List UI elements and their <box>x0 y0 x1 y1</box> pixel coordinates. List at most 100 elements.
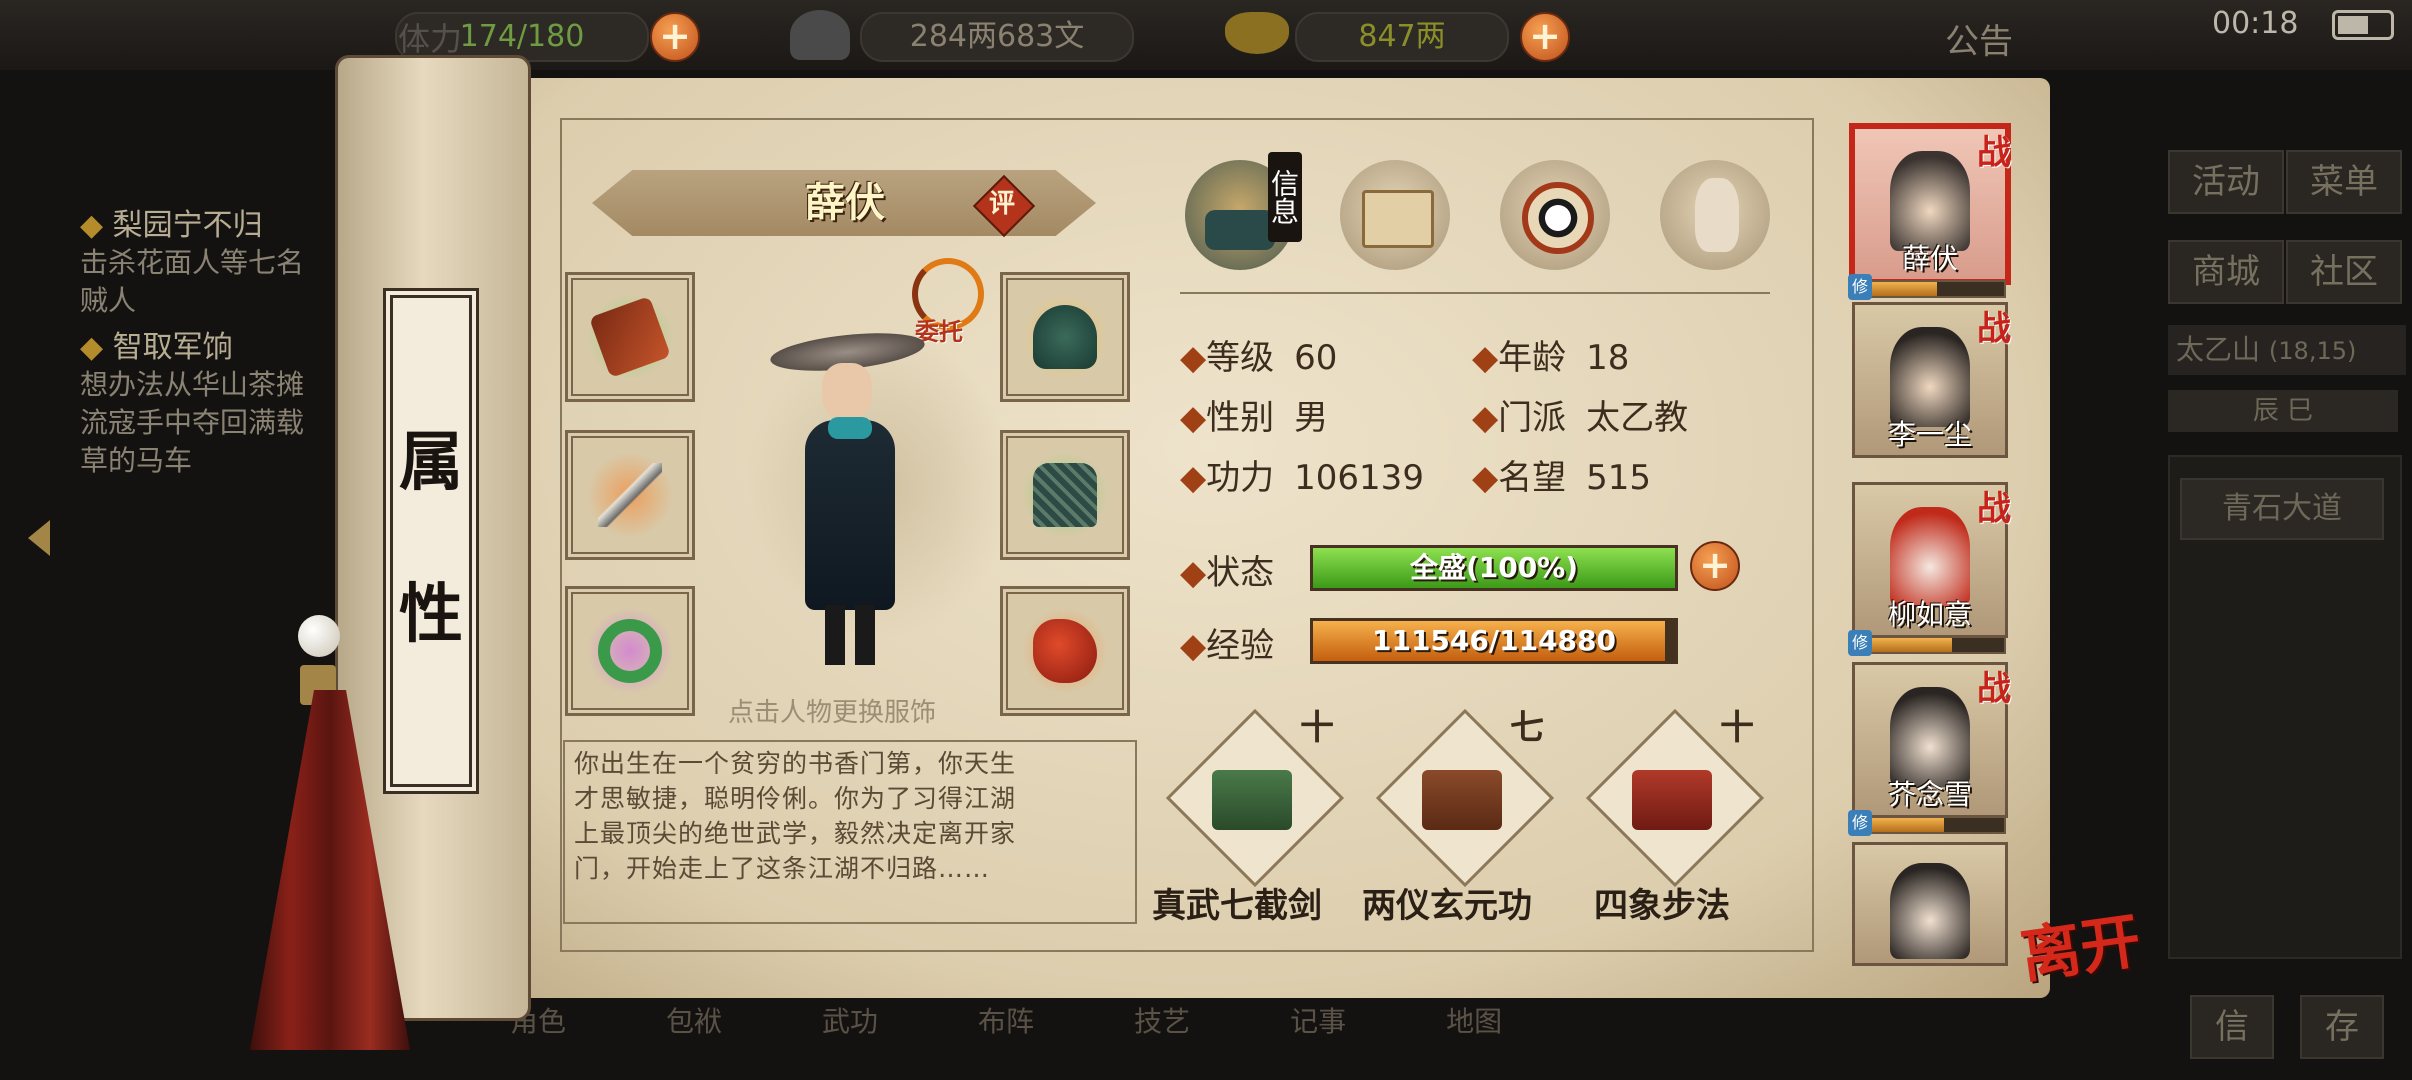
quest-list: ◆ 梨园宁不归 击杀花面人等七名 贼人 ◆ 智取军饷 想办法从华山茶摊 流寇手中… <box>80 200 304 480</box>
party-portrait-5 <box>1890 863 1970 959</box>
exp-bar-text: 111546/114880 <box>1371 624 1616 657</box>
stat-sect: ◆门派 太乙教 <box>1472 398 1689 438</box>
bio-line-2: 才思敏捷，聪明伶俐。你为了习得江湖 <box>574 784 1017 813</box>
nav-journal[interactable]: 记事 <box>1290 1000 1346 1080</box>
battery-icon <box>2332 10 2394 40</box>
bottom-nav: 角色 包袱 武功 布阵 技艺 记事 地图 <box>480 1000 2070 1080</box>
add-gold-button[interactable]: + <box>1520 12 1570 62</box>
status-bar: 全盛(100%) <box>1310 545 1678 591</box>
notice-button[interactable]: 公告 <box>1945 14 2013 63</box>
dagger-icon <box>598 463 662 527</box>
bagua-icon <box>1522 182 1594 254</box>
stat-level: ◆等级 60 <box>1180 338 1338 378</box>
status-label: ◆状态 <box>1180 553 1275 593</box>
battle-tag-4: 战 <box>1977 669 2011 709</box>
stat-power: ◆功力 106139 <box>1180 458 1424 498</box>
tab-info-label[interactable]: 信息 <box>1267 152 1302 242</box>
quest-title-2[interactable]: ◆ 智取军饷 <box>80 322 304 366</box>
scroll-title-label: 属 性 <box>383 288 479 794</box>
skill-2-level: 七 <box>1510 708 1544 748</box>
skill-book-green-icon <box>1212 770 1292 830</box>
letter-button[interactable]: 信 <box>2190 995 2274 1059</box>
party-name-1: 薛伏 <box>1901 242 1958 275</box>
gold-ingot-icon <box>1225 12 1289 54</box>
skill-book-red-icon <box>1632 770 1712 830</box>
nav-formation[interactable]: 布阵 <box>978 1000 1034 1080</box>
equip-slot-ring[interactable] <box>565 586 695 716</box>
add-stamina-button[interactable]: + <box>650 12 700 62</box>
skill-2-name[interactable]: 两仪玄元功 <box>1362 878 1532 927</box>
equip-slot-weapon[interactable] <box>565 430 695 560</box>
party-member-4[interactable]: 战 芥念雪 <box>1852 662 2011 818</box>
party-member-2[interactable]: 战 李一尘 <box>1852 302 2011 458</box>
battle-tag-1: 战 <box>1977 133 2011 173</box>
tab-bagua[interactable] <box>1500 160 1610 270</box>
cultivation-bar-4: 修 <box>1848 810 2006 836</box>
bio-line-1: 你出生在一个贫穷的书香门第，你天生 <box>574 749 1017 778</box>
body-meridian-icon <box>1695 178 1739 252</box>
party-name-3: 柳如意 <box>1887 598 1972 631</box>
activity-button[interactable]: 活动 <box>2168 150 2284 214</box>
money-value: 284两683文 <box>860 12 1134 62</box>
place-button[interactable]: 青石大道 <box>2180 478 2384 540</box>
equip-slot-mount[interactable] <box>1000 586 1130 716</box>
scroll-title-top: 属 <box>399 425 463 500</box>
stat-age: ◆年龄 18 <box>1472 338 1630 378</box>
restore-status-button[interactable]: + <box>1690 541 1740 591</box>
collapse-arrow-icon[interactable] <box>28 520 50 556</box>
quest-desc-2-line-3: 草的马车 <box>80 444 193 477</box>
mall-button[interactable]: 商城 <box>2168 240 2284 304</box>
skill-book-brown-icon <box>1422 770 1502 830</box>
skill-3-name[interactable]: 四象步法 <box>1594 878 1730 927</box>
stamina-label: 体力 <box>398 20 463 58</box>
party-member-3[interactable]: 战 柳如意 <box>1852 482 2011 638</box>
nav-martial[interactable]: 武功 <box>822 1000 878 1080</box>
cultivation-bar-3: 修 <box>1848 630 2006 656</box>
tab-items[interactable] <box>1340 160 1450 270</box>
battle-tag-3: 战 <box>1977 489 2011 529</box>
quest-title-1[interactable]: ◆ 梨园宁不归 <box>80 200 304 244</box>
bio-line-4: 门，开始走上了这条江湖不归路…… <box>574 854 991 883</box>
change-outfit-hint: 点击人物更换服饰 <box>728 698 937 728</box>
scroll-title-bottom: 性 <box>399 577 463 652</box>
save-button[interactable]: 存 <box>2300 995 2384 1059</box>
party-member-1[interactable]: 战 薛伏 <box>1852 126 2011 282</box>
money-icon <box>790 10 850 60</box>
ring-icon <box>598 619 662 683</box>
party-member-5[interactable] <box>1852 842 2008 966</box>
party-portrait-2 <box>1890 327 1970 427</box>
community-button[interactable]: 社区 <box>2286 240 2402 304</box>
stats-divider <box>1180 292 1770 294</box>
stat-fame: ◆名望 515 <box>1472 458 1652 498</box>
nav-map[interactable]: 地图 <box>1446 1000 1502 1080</box>
rate-button[interactable]: 评 <box>982 184 1022 224</box>
leave-button[interactable]: 离开 <box>2015 892 2146 995</box>
party-portrait-1 <box>1890 151 1970 251</box>
scroll-document-icon <box>1362 190 1434 248</box>
quest-desc-1-line-1: 击杀花面人等七名 <box>80 246 305 279</box>
battle-tag-2: 战 <box>1977 309 2011 349</box>
skill-1-level: 十 <box>1300 708 1334 748</box>
tassel-bead <box>298 615 340 657</box>
equip-slot-armor[interactable] <box>1000 430 1130 560</box>
armor-icon <box>1033 463 1097 527</box>
exp-bar: 111546/114880 <box>1310 618 1678 664</box>
party-name-2: 李一尘 <box>1887 418 1972 451</box>
location-bar: 太乙山 (18,15) <box>2168 325 2406 375</box>
nav-skills[interactable]: 技艺 <box>1134 1000 1190 1080</box>
menu-button[interactable]: 菜单 <box>2286 150 2402 214</box>
status-bar-text: 全盛(100%) <box>1409 551 1579 584</box>
character-figure[interactable] <box>768 325 930 685</box>
tab-meridians[interactable] <box>1660 160 1770 270</box>
skill-3-level: 十 <box>1720 708 1754 748</box>
quest-desc-2-line-1: 想办法从华山茶摊 <box>80 368 305 401</box>
equip-slot-bracer[interactable] <box>565 272 695 402</box>
skill-1-name[interactable]: 真武七截剑 <box>1152 878 1322 927</box>
stat-gender: ◆性别男 <box>1180 398 1329 438</box>
helmet-icon <box>1033 305 1097 369</box>
nav-bag[interactable]: 包袱 <box>666 1000 722 1080</box>
bio-text: 你出生在一个贫穷的书香门第，你天生 才思敏捷，聪明伶俐。你为了习得江湖 上最顶尖… <box>574 746 1134 886</box>
equip-slot-hat[interactable] <box>1000 272 1130 402</box>
quest-desc-2-line-2: 流寇手中夺回满载 <box>80 406 305 439</box>
quest-desc-1-line-2: 贼人 <box>80 284 137 317</box>
